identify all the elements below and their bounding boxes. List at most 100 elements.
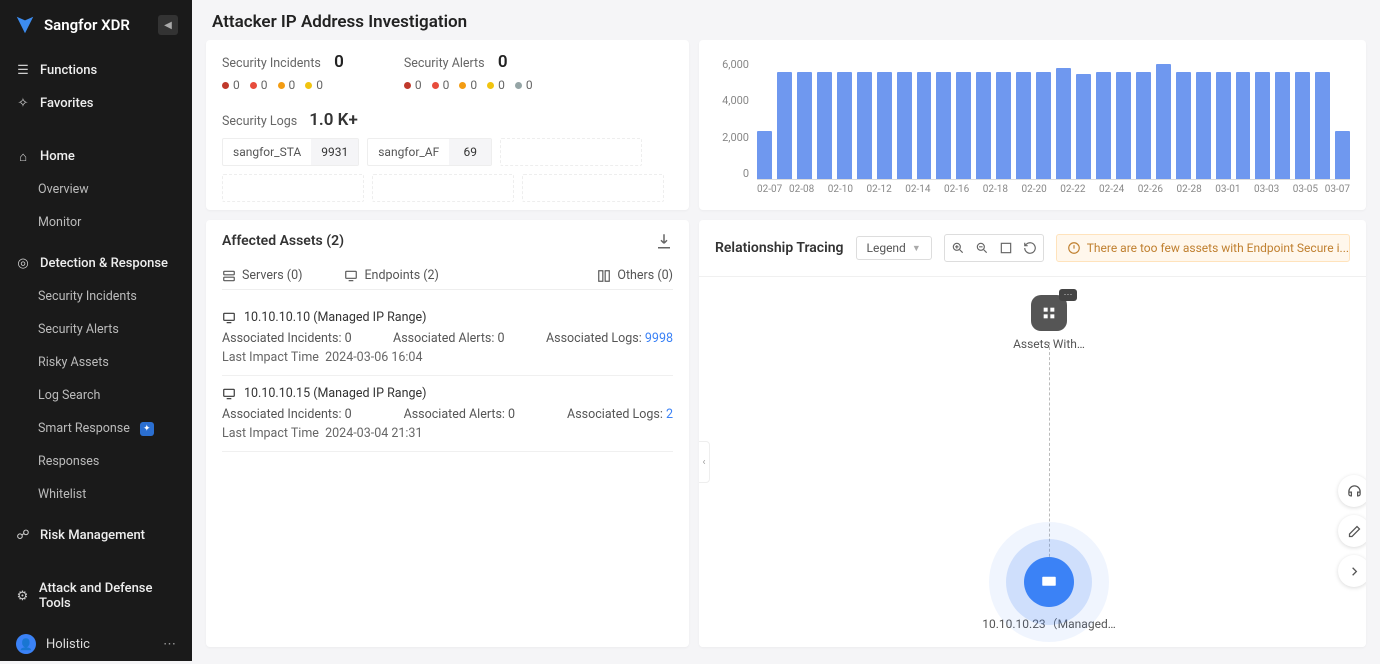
zoom-in-button[interactable] <box>947 237 969 259</box>
expand-button[interactable] <box>1338 555 1366 587</box>
chart-bar <box>817 72 832 179</box>
chart-bar <box>1335 131 1350 179</box>
chart-bar <box>1156 64 1171 179</box>
page-title: Attacker IP Address Investigation <box>212 12 1360 32</box>
log-source-chip[interactable]: sangfor_STA9931 <box>222 138 359 166</box>
nav-smart-response[interactable]: Smart Response ✦ <box>0 412 192 445</box>
chart-bar <box>1176 72 1191 179</box>
nav-detection-label: Detection & Response <box>40 256 168 271</box>
chart-bar <box>1295 72 1310 179</box>
affected-assets-card: Affected Assets (2) Servers (0) Endpoint… <box>206 220 689 647</box>
chart-y-axis: 6,0004,0002,0000 <box>709 50 751 200</box>
endpoint-icon <box>222 387 236 401</box>
timeline-chart: 6,0004,0002,0000 02-0702-0802-1002-1202-… <box>699 40 1366 210</box>
tab-others[interactable]: Others (0) <box>597 262 673 289</box>
severity-dot: 0 <box>250 78 268 92</box>
fit-button[interactable] <box>995 237 1017 259</box>
severity-dot: 0 <box>278 78 296 92</box>
nav-log-search[interactable]: Log Search <box>0 379 192 412</box>
chart-bar <box>1216 72 1231 179</box>
nav-responses[interactable]: Responses <box>0 445 192 478</box>
star-icon: ✧ <box>16 97 30 111</box>
brand-logo: Sangfor XDR <box>14 14 130 36</box>
log-source-placeholder <box>500 138 642 166</box>
severity-dot: 0 <box>515 78 533 92</box>
support-button[interactable] <box>1338 475 1366 507</box>
legend-dropdown[interactable]: Legend ▼ <box>856 236 932 260</box>
nav-security-alerts[interactable]: Security Alerts <box>0 313 192 346</box>
panel-collapse-handle[interactable]: ‹ <box>699 441 710 483</box>
tab-endpoints[interactable]: Endpoints (2) <box>344 262 438 289</box>
associated-logs-link[interactable]: 2 <box>666 407 673 422</box>
download-button[interactable] <box>655 232 673 250</box>
nav-monitor[interactable]: Monitor <box>0 206 192 239</box>
incidents-label: Security Incidents <box>222 56 321 71</box>
log-source-chips: sangfor_STA9931 sangfor_AF69 <box>222 138 673 202</box>
asset-item[interactable]: 10.10.10.15 (Managed IP Range)Associated… <box>222 376 673 452</box>
graph-node-target[interactable]: 10.10.10.23（Managed… <box>979 557 1119 632</box>
chart-bar <box>1255 72 1270 179</box>
nav-favorites[interactable]: ✧ Favorites <box>0 87 192 120</box>
nav-detection-response[interactable]: ◎ Detection & Response <box>0 247 192 280</box>
endpoint-icon <box>222 311 236 325</box>
nav-home-label: Home <box>40 149 75 164</box>
chart-bar <box>936 72 951 179</box>
graph-tools <box>944 234 1044 262</box>
others-icon <box>597 269 611 283</box>
nav-risk-management[interactable]: ☍ Risk Management <box>0 519 192 552</box>
incidents-breakdown: 0000 <box>222 78 344 92</box>
severity-dot: 0 <box>404 78 422 92</box>
nav-functions-label: Functions <box>40 63 97 78</box>
log-source-placeholder <box>522 174 664 202</box>
chart-bar <box>857 72 872 179</box>
nav-security-incidents[interactable]: Security Incidents <box>0 280 192 313</box>
chart-x-axis: 02-0702-0802-1002-1202-1402-1602-1802-20… <box>757 180 1350 200</box>
warning-banner: There are too few assets with Endpoint S… <box>1056 234 1350 262</box>
alerts-label: Security Alerts <box>404 56 485 71</box>
chart-bar <box>897 72 912 179</box>
chart-bar <box>1315 72 1330 179</box>
asset-item[interactable]: 10.10.10.10 (Managed IP Range)Associated… <box>222 300 673 376</box>
target-icon: ◎ <box>16 257 30 271</box>
summary-card: Security Incidents 0 0000 Security Alert… <box>206 40 689 210</box>
nav-favorites-label: Favorites <box>40 96 93 111</box>
log-source-placeholder <box>222 174 364 202</box>
chart-bar <box>1056 68 1071 179</box>
edit-button[interactable] <box>1338 515 1366 547</box>
chart-bar <box>1236 72 1251 179</box>
log-source-chip[interactable]: sangfor_AF69 <box>367 138 492 166</box>
relationship-title: Relationship Tracing <box>715 240 844 256</box>
nav-home[interactable]: ⌂ Home <box>0 140 192 173</box>
chart-bar <box>837 72 852 179</box>
node-more-icon: ⋯ <box>1059 289 1077 301</box>
nav-whitelist[interactable]: Whitelist <box>0 478 192 511</box>
refresh-button[interactable] <box>1019 237 1041 259</box>
alerts-breakdown: 00000 <box>404 78 533 92</box>
logs-label: Security Logs <box>222 114 297 129</box>
associated-logs-link[interactable]: 9998 <box>645 331 673 346</box>
tab-servers[interactable]: Servers (0) <box>222 262 302 289</box>
collapse-sidebar-button[interactable]: ◀ <box>158 15 178 35</box>
chart-bar <box>1036 72 1051 179</box>
zoom-out-button[interactable] <box>971 237 993 259</box>
tools-icon: ⚙ <box>16 589 29 603</box>
chart-bar <box>797 72 812 179</box>
chart-bar <box>757 131 772 179</box>
graph-node-assets[interactable]: ⋯ Assets With… <box>979 295 1119 351</box>
floating-tool-panel <box>1338 475 1366 587</box>
nav-risky-assets[interactable]: Risky Assets <box>0 346 192 379</box>
user-menu[interactable]: 👤 Holistic ⋯ <box>0 624 192 664</box>
nav-functions[interactable]: ☰ Functions <box>0 54 192 87</box>
affected-assets-title: Affected Assets (2) <box>222 233 344 249</box>
severity-dot: 0 <box>222 78 240 92</box>
nav-tools-label: Attack and Defense Tools <box>39 581 176 611</box>
shield-badge-icon: ✦ <box>140 422 154 436</box>
relationship-canvas[interactable]: ‹ ⋯ Assets With… <box>699 277 1366 647</box>
nav-overview[interactable]: Overview <box>0 173 192 206</box>
chevron-down-icon: ▼ <box>912 243 921 254</box>
sidebar: Sangfor XDR ◀ ☰ Functions ✧ Favorites ⌂ … <box>0 0 192 661</box>
nav-attack-defense-tools[interactable]: ⚙ Attack and Defense Tools <box>0 572 192 620</box>
brand-text: Sangfor XDR <box>44 16 130 34</box>
asset-list: 10.10.10.10 (Managed IP Range)Associated… <box>222 300 673 452</box>
chart-bar <box>976 72 991 179</box>
